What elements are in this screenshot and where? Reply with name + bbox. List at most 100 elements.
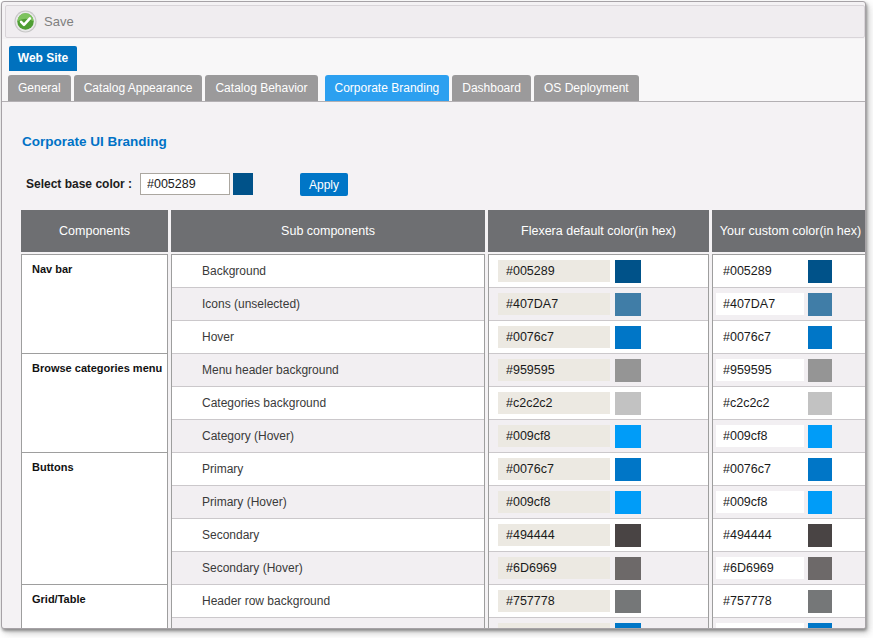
component-name: Browse categories menu (22, 354, 167, 374)
custom-color-swatch[interactable] (808, 458, 832, 481)
sub-components-column: Sub components Background Icons (unselecte… (171, 210, 485, 629)
custom-hex-input[interactable] (716, 458, 804, 480)
custom-color-row (713, 321, 866, 354)
tab-os-deployment[interactable]: OS Deployment (534, 75, 639, 101)
base-color-label: Select base color : (26, 177, 132, 191)
save-check-icon (14, 10, 37, 33)
default-color-swatch (615, 425, 641, 448)
default-color-row (489, 618, 708, 629)
component-group-cell: Nav bar (22, 255, 167, 354)
default-color-row (489, 552, 708, 585)
default-color-swatch (615, 458, 641, 481)
component-group-cell: Buttons (22, 453, 167, 585)
default-hex-input (498, 524, 610, 546)
default-color-swatch (615, 326, 641, 349)
tab-catalog-appearance[interactable]: Catalog Appearance (74, 75, 203, 101)
base-color-row: Select base color : Apply (26, 172, 132, 196)
default-color-swatch (615, 491, 641, 514)
tab-strip: GeneralCatalog AppearanceCatalog Behavio… (8, 75, 639, 101)
custom-hex-input[interactable] (716, 326, 804, 348)
default-color-row (489, 453, 708, 486)
tab-web-site[interactable]: Web Site (9, 46, 77, 71)
custom-hex-input[interactable] (716, 557, 804, 579)
custom-color-swatch[interactable] (808, 425, 832, 448)
default-color-row (489, 387, 708, 420)
default-hex-input (498, 293, 610, 315)
component-name: Buttons (22, 453, 167, 473)
sub-component-label: Icons (unselected) (172, 297, 300, 311)
custom-color-swatch[interactable] (808, 623, 832, 630)
save-button-label: Save (44, 14, 74, 29)
custom-color-swatch[interactable] (808, 260, 832, 283)
custom-color-swatch[interactable] (808, 491, 832, 514)
page-title: Corporate UI Branding (22, 134, 167, 149)
custom-color-row (713, 420, 866, 453)
custom-hex-input[interactable] (716, 491, 804, 513)
branding-table: ComponentsNav barBrowse categories menuB… (21, 210, 866, 629)
default-hex-input (498, 260, 610, 282)
default-color-swatch (615, 623, 641, 630)
custom-color-swatch[interactable] (808, 524, 832, 547)
custom-hex-input[interactable] (716, 623, 804, 629)
apply-button[interactable]: Apply (300, 173, 348, 196)
custom-color-row (713, 387, 866, 420)
default-color-row (489, 585, 708, 618)
tab-dashboard[interactable]: Dashboard (452, 75, 531, 101)
custom-color-swatch[interactable] (808, 557, 832, 580)
tab-general[interactable]: General (8, 75, 71, 101)
tab-catalog-behavior[interactable]: Catalog Behavior (205, 75, 317, 101)
custom-hex-input[interactable] (716, 359, 804, 381)
components-column: ComponentsNav barBrowse categories menuB… (21, 210, 168, 629)
custom-hex-input[interactable] (716, 260, 804, 282)
sub-component-row: Categories background (172, 387, 484, 420)
custom-color-row (713, 453, 866, 486)
tab-strip-divider (2, 101, 865, 102)
custom-color-row (713, 585, 866, 618)
custom-hex-input[interactable] (716, 392, 804, 414)
sub-component-row: Secondary (Hover) (172, 552, 484, 585)
column-header: Flexera default color(in hex) (488, 210, 709, 252)
default-color-row (489, 288, 708, 321)
custom-color-swatch[interactable] (808, 293, 832, 316)
base-color-swatch[interactable] (233, 173, 253, 195)
custom-color-swatch[interactable] (808, 359, 832, 382)
custom-hex-input[interactable] (716, 524, 804, 546)
custom-color-row (713, 288, 866, 321)
default-color-row (489, 486, 708, 519)
column-header: Your custom color(in hex) (712, 210, 866, 252)
sub-component-row: Header row background (172, 585, 484, 618)
sub-component-row: Category (Hover) (172, 420, 484, 453)
default-hex-input (498, 392, 610, 414)
custom-color-row (713, 255, 866, 288)
default-color-swatch (615, 392, 641, 415)
sub-component-row: Icons (unselected) (172, 288, 484, 321)
sub-component-label: Background (172, 264, 266, 278)
sub-component-label: Row alternate background (172, 627, 342, 629)
default-color-row (489, 255, 708, 288)
default-hex-input (498, 458, 610, 480)
toolbar: Save (5, 5, 865, 38)
custom-color-swatch[interactable] (808, 590, 832, 613)
column-header: Sub components (171, 210, 485, 252)
custom-color-swatch[interactable] (808, 326, 832, 349)
default-color-swatch (615, 359, 641, 382)
default-color-swatch (615, 557, 641, 580)
sub-component-row: Row alternate background (172, 618, 484, 629)
default-hex-input (498, 326, 610, 348)
default-hex-input (498, 623, 610, 629)
default-hex-input (498, 590, 610, 612)
custom-hex-input[interactable] (716, 590, 804, 612)
base-color-input[interactable] (140, 173, 230, 195)
default-color-column: Flexera default color(in hex) (488, 210, 709, 629)
tab-corporate-branding[interactable]: Corporate Branding (325, 75, 450, 101)
default-hex-input (498, 491, 610, 513)
component-name: Grid/Table (22, 585, 167, 605)
sub-component-label: Secondary (172, 528, 259, 542)
sub-component-row: Secondary (172, 519, 484, 552)
default-color-row (489, 321, 708, 354)
custom-hex-input[interactable] (716, 425, 804, 447)
save-button[interactable]: Save (14, 10, 74, 33)
custom-hex-input[interactable] (716, 293, 804, 315)
custom-color-swatch[interactable] (808, 392, 832, 415)
default-color-swatch (615, 260, 641, 283)
